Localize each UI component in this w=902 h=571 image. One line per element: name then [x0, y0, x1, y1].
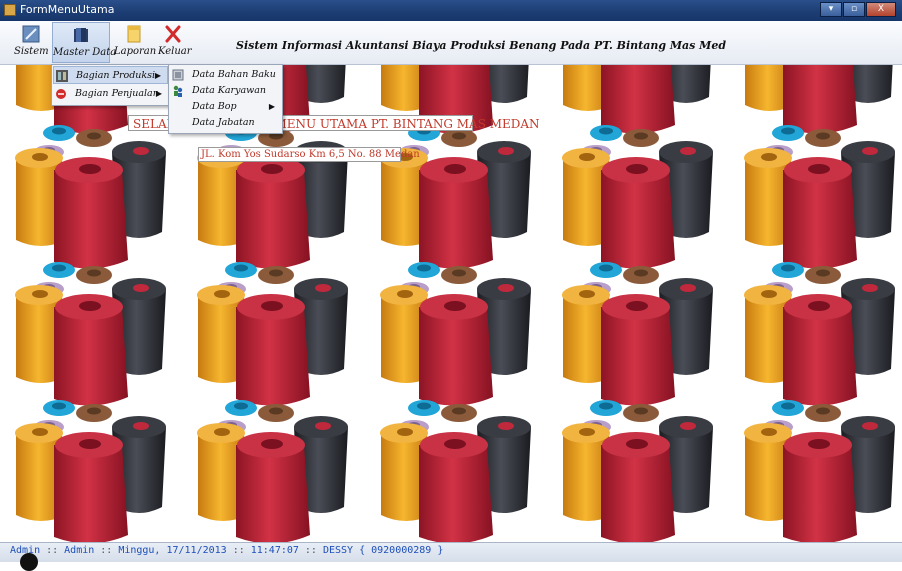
menu-item-label: Bagian Penjualan [75, 88, 159, 99]
system-icon [22, 25, 40, 43]
report-icon [127, 25, 141, 43]
main-toolbar: Sistem Master Data Laporan Keluar Sistem… [0, 21, 902, 65]
window-title: FormMenuUtama [20, 3, 115, 16]
minimize-button[interactable]: ▾ [820, 2, 842, 17]
toolbar-laporan-button[interactable]: Laporan [114, 22, 157, 63]
status-date: Minggu, 17/11/2013 [118, 545, 227, 556]
toolbar-master-data-button[interactable]: Master Data [52, 22, 117, 63]
status-role: Admin [64, 545, 95, 556]
toolbar-sistem-button[interactable]: Sistem [14, 22, 49, 63]
address-label: JL. Kom Yos Sudarso Km 6,5 No. 88 Medan [198, 147, 420, 162]
status-separator: :: [46, 545, 59, 556]
app-icon [4, 4, 16, 16]
maximize-button[interactable]: ▫ [843, 2, 865, 17]
employees-icon [173, 85, 183, 97]
status-separator: :: [304, 545, 317, 556]
toolbar-label: Laporan [114, 46, 157, 57]
toolbar-keluar-button[interactable]: Keluar [158, 22, 192, 63]
production-icon [56, 70, 68, 82]
window-controls: ▾ ▫ X [819, 2, 896, 18]
sales-icon [56, 89, 66, 99]
app-heading: Sistem Informasi Akuntansi Biaya Produks… [236, 39, 727, 52]
background-image [15, 65, 895, 542]
menu-item-label: Bagian Produksi [76, 70, 156, 81]
status-operator: DESSY { 0920000289 } [322, 545, 444, 556]
submenu-arrow-icon: ▶ [155, 89, 162, 98]
status-separator: :: [100, 545, 113, 556]
menu-item-bagian-produksi[interactable]: Bagian Produksi ▶ [53, 66, 168, 84]
book-icon [74, 28, 88, 42]
master-data-menu: Bagian Produksi ▶ Bagian Penjualan ▶ [51, 64, 170, 106]
start-orb-icon[interactable] [20, 553, 38, 571]
toolbar-label: Keluar [158, 46, 192, 57]
exit-icon [165, 25, 181, 43]
status-separator: :: [232, 545, 245, 556]
produksi-submenu: Data Bahan Baku Data Karyawan Data Bop ▶… [168, 64, 283, 134]
toolbar-label: Master Data [53, 47, 117, 58]
status-time: 11:47:07 [250, 545, 299, 556]
materials-icon [172, 69, 184, 81]
close-button[interactable]: X [866, 2, 896, 17]
title-bar: FormMenuUtama ▾ ▫ X [0, 0, 902, 21]
status-bar: Admin:: Admin:: Minggu, 17/11/2013:: 11:47:… [0, 542, 902, 562]
menu-item-label: Data Jabatan [192, 117, 255, 128]
menu-item-data-jabatan[interactable]: Data Jabatan [170, 114, 281, 132]
submenu-arrow-icon: ▶ [154, 71, 161, 80]
menu-item-bagian-penjualan[interactable]: Bagian Penjualan ▶ [53, 85, 168, 103]
status-text: Admin:: Admin:: Minggu, 17/11/2013:: 11:47:… [10, 545, 443, 556]
toolbar-label: Sistem [14, 46, 49, 57]
